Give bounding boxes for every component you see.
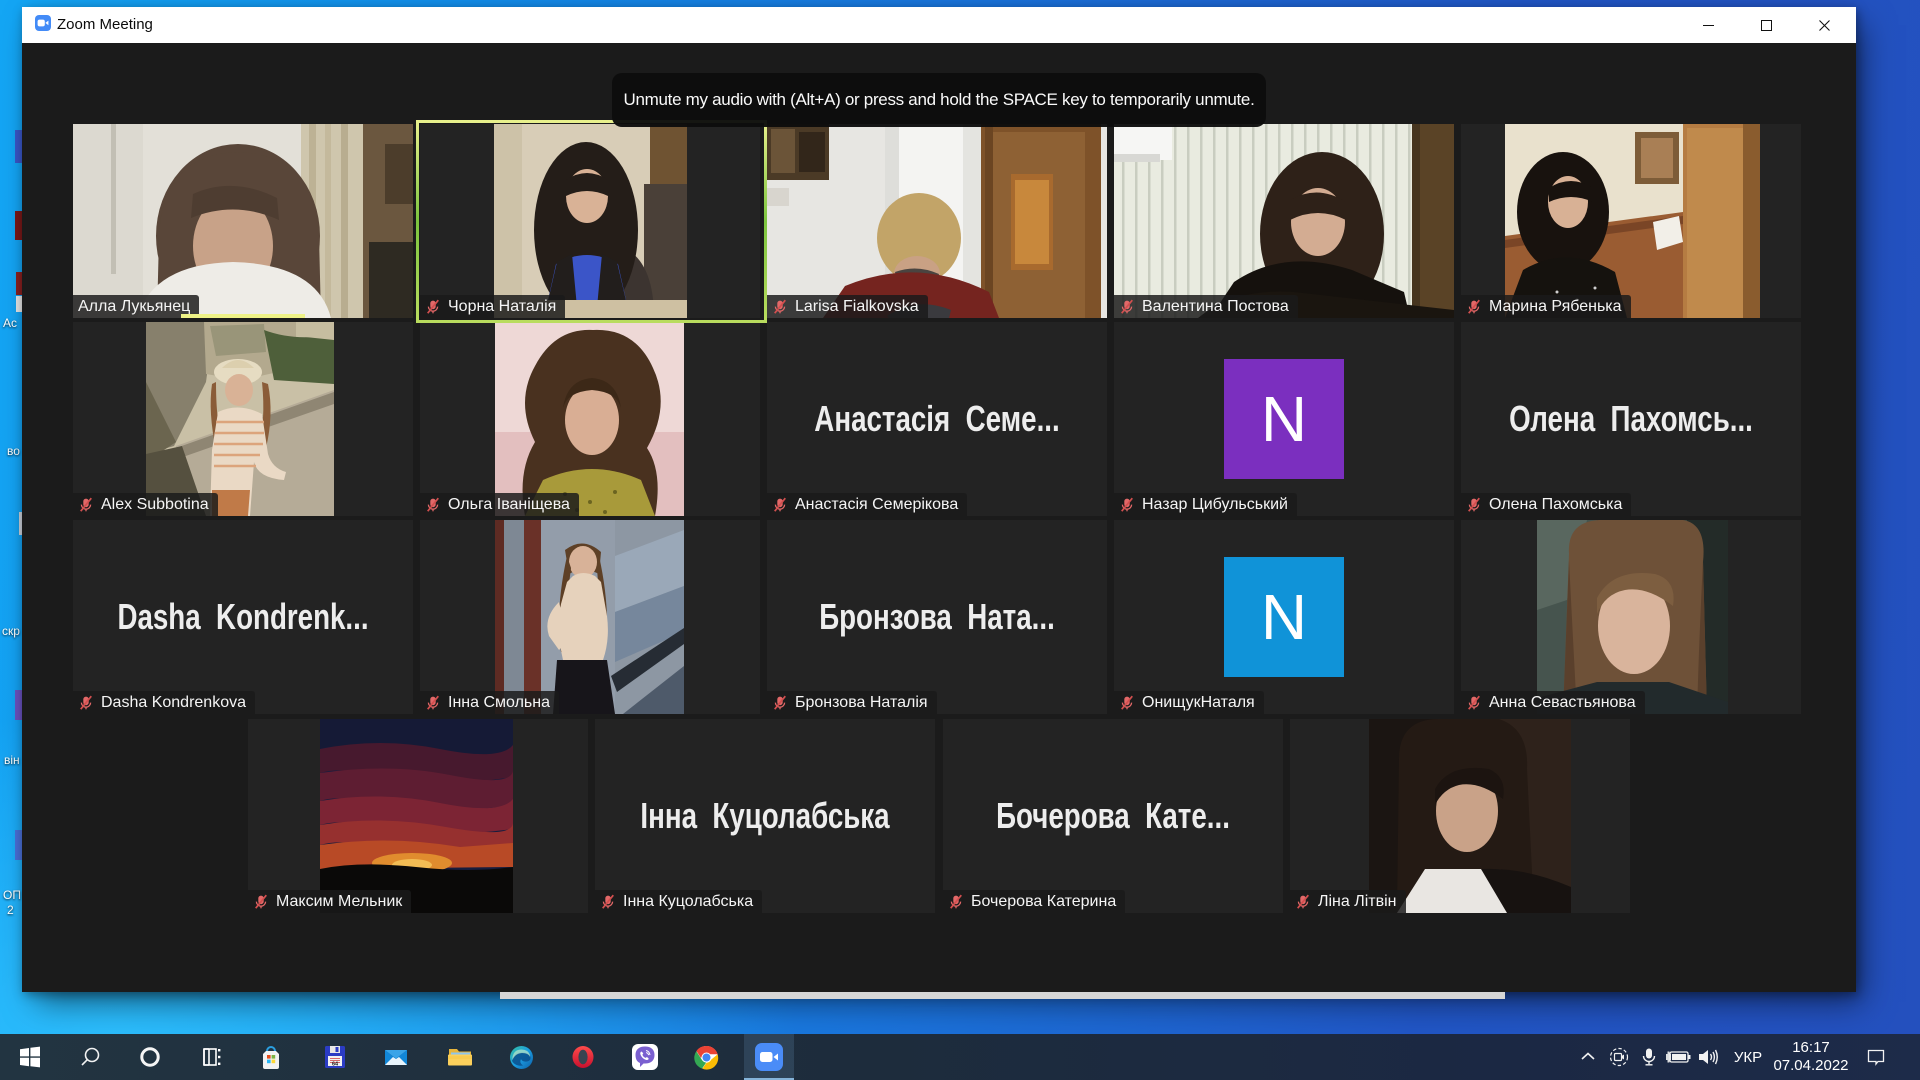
svg-text:64: 64	[332, 1061, 339, 1067]
